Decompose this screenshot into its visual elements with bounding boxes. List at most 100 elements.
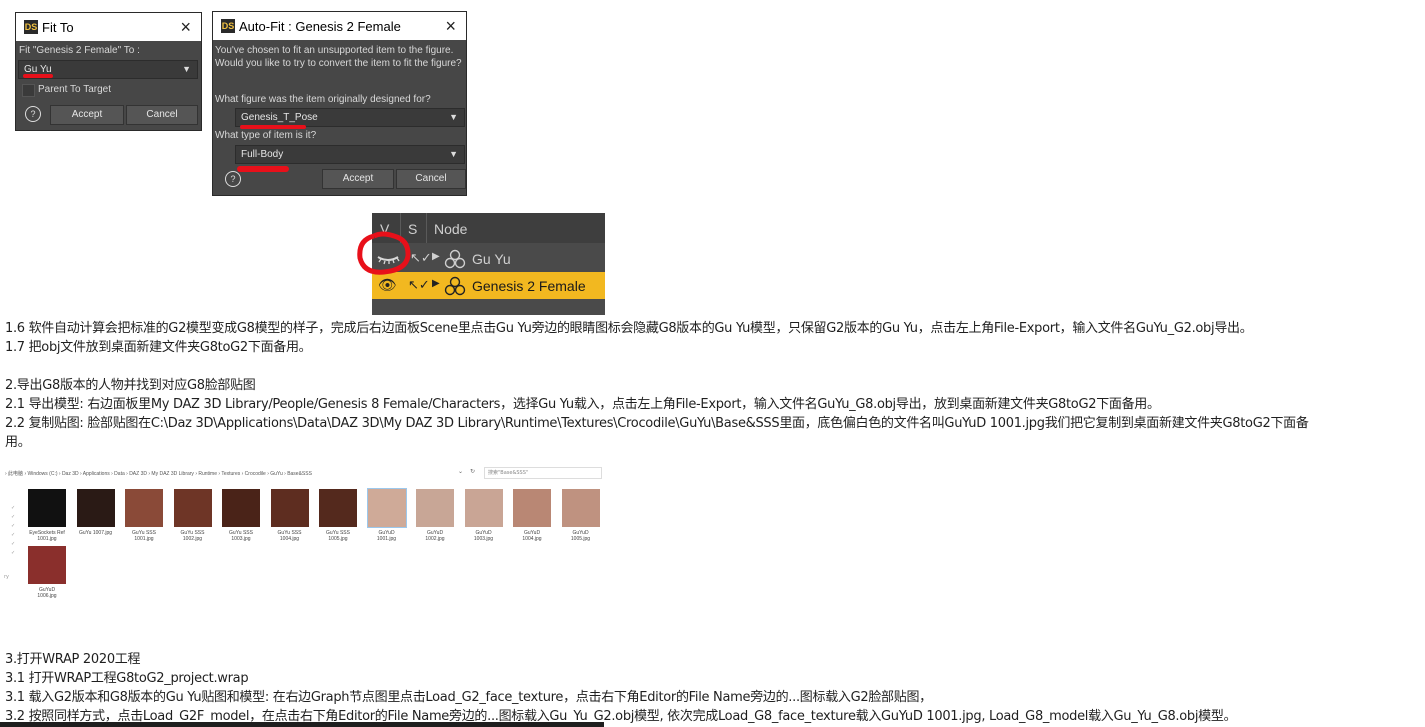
chevron-down-icon[interactable]: ⌄ [458, 468, 463, 475]
file-name-line: 1005.jpg [570, 536, 591, 542]
chevron-down-icon: ▼ [182, 64, 191, 74]
file-name-label: GuYu SSS 1001.jpg [121, 530, 167, 542]
search-placeholder: 搜索"Base&SSS" [488, 470, 529, 476]
text-line-1-6: 1.6 软件自动计算会把标准的G2模型变成G8模型的样子，完成后右边面板Scen… [5, 321, 1253, 336]
file-name-label: GuYu SSS 1002.jpg [170, 530, 216, 542]
divider [426, 213, 427, 243]
file-name-line: 1003.jpg [473, 536, 494, 542]
file-thumbnail[interactable] [76, 489, 115, 527]
dialog-title: Fit To [42, 20, 74, 35]
figure-node-icon [444, 276, 466, 296]
text-line-2: 2.导出G8版本的人物并找到对应G8脸部贴图 [5, 378, 256, 393]
cropped-image-edge [0, 722, 604, 727]
text-line-1-7: 1.7 把obj文件放到桌面新建文件夹G8toG2下面备用。 [5, 340, 312, 355]
file-name-label: GuYu SSS 1005.jpg [315, 530, 361, 542]
select-arrow-icon[interactable]: ↖✓ [408, 277, 430, 293]
help-icon[interactable]: ? [225, 171, 241, 187]
search-input[interactable]: 搜索"Base&SSS" [484, 467, 602, 479]
file-name-line: 1005.jpg [328, 536, 348, 542]
red-circle-mark [357, 231, 411, 275]
parent-to-target-label: Parent To Target [38, 84, 112, 95]
column-node: Node [434, 221, 468, 237]
expand-arrow-icon[interactable]: ▶ [432, 278, 440, 289]
file-name-line: 1006.jpg [37, 593, 57, 599]
parent-to-target-checkbox[interactable] [22, 84, 35, 97]
question-type: What type of item is it? [215, 130, 317, 141]
file-thumbnail[interactable] [366, 488, 407, 528]
text-line-2-1: 2.1 导出模型: 右边面板里My DAZ 3D Library/People/… [5, 397, 1160, 412]
file-thumbnail[interactable] [173, 489, 212, 527]
red-underline-mark [240, 125, 306, 129]
file-name-label: GuYuD 1002.jpg [412, 530, 458, 542]
file-thumbnail[interactable] [270, 489, 309, 527]
file-thumbnail[interactable] [28, 546, 66, 584]
chevron-down-icon: ▼ [449, 149, 458, 159]
text-line-2-2: 2.2 复制贴图: 脸部贴图在C:\Daz 3D\Applications\Da… [5, 416, 1309, 431]
file-thumbnail[interactable] [561, 489, 600, 527]
red-underline-mark [237, 166, 289, 172]
question-figure: What figure was the item originally desi… [215, 94, 431, 105]
figure-node-icon [444, 249, 466, 269]
expand-arrow-icon[interactable]: ▶ [432, 251, 440, 262]
cancel-button[interactable]: Cancel [396, 169, 466, 189]
chevron-down-icon: ▼ [449, 112, 458, 122]
nav-pins: ✓ ✓ ✓ ✓ ✓ ✓ [11, 505, 16, 556]
fit-to-dialog: DS Fit To × Fit "Genesis 2 Female" To : … [15, 12, 202, 131]
file-name-label: GuYuD 1004.jpg [509, 530, 555, 542]
file-explorer-screenshot: › 此电脑 › Windows (C:) › Daz 3D › Applicat… [0, 466, 602, 606]
file-name-line: 1002.jpg [425, 536, 445, 542]
file-name-label: EyeSockets Ref 1001.jpg [24, 530, 70, 542]
file-name-line: 1001.jpg [37, 536, 57, 542]
file-name-label: GuYuD 1001.jpg [364, 530, 410, 542]
node-label: Gu Yu [472, 251, 511, 267]
file-name-line: GuYu 1007.jpg [78, 530, 113, 536]
file-name-line: 1002.jpg [182, 536, 203, 542]
message-line-2: Would you like to try to convert the ite… [215, 58, 462, 69]
file-name-line: 1004.jpg [522, 536, 542, 542]
file-name-line: 1004.jpg [279, 536, 300, 542]
node-label: Genesis 2 Female [472, 278, 586, 294]
accept-button[interactable]: Accept [322, 169, 394, 189]
figure-value: Genesis_T_Pose [241, 112, 318, 123]
file-thumbnail[interactable] [416, 489, 454, 527]
close-icon[interactable]: × [180, 17, 191, 38]
item-type-select[interactable]: Full-Body ▼ [235, 145, 465, 164]
help-icon[interactable]: ? [25, 106, 41, 122]
red-underline-mark [23, 74, 53, 78]
autofit-dialog: DS Auto-Fit : Genesis 2 Female × You've … [212, 11, 467, 196]
file-thumbnail[interactable] [464, 489, 503, 527]
nav-pane-text: ry [4, 574, 10, 580]
file-name-label: GuYu 1007.jpg [73, 530, 119, 536]
fit-prompt: Fit "Genesis 2 Female" To : [19, 45, 140, 56]
file-thumbnail[interactable] [319, 489, 357, 527]
file-name-label: GuYu SSS 1003.jpg [218, 530, 264, 542]
file-name-label: GuYuD 1006.jpg [24, 587, 70, 599]
text-line-3-1a: 3.1 打开WRAP工程G8toG2_project.wrap [5, 671, 249, 686]
dialog-titlebar: DS Auto-Fit : Genesis 2 Female × [213, 12, 466, 40]
close-icon[interactable]: × [445, 16, 456, 37]
message-line-1: You've chosen to fit an unsupported item… [215, 45, 454, 56]
file-thumbnail[interactable] [513, 489, 551, 527]
eye-icon[interactable]: 👁 [378, 276, 397, 294]
file-thumbnail[interactable] [28, 489, 66, 527]
file-thumbnail[interactable] [222, 489, 260, 527]
file-name-line: 1001.jpg [376, 536, 397, 542]
daz-logo-icon: DS [24, 20, 38, 34]
accept-button[interactable]: Accept [50, 105, 124, 125]
file-thumbnail[interactable] [125, 489, 163, 527]
file-name-line: 1003.jpg [231, 536, 251, 542]
item-type-value: Full-Body [241, 149, 284, 160]
text-line-2-2-cont: 用。 [5, 435, 31, 450]
file-name-line: 1001.jpg [134, 536, 154, 542]
file-name-label: GuYuD 1005.jpg [558, 530, 604, 542]
breadcrumb[interactable]: › 此电脑 › Windows (C:) › Daz 3D › Applicat… [5, 470, 312, 477]
text-line-3: 3.打开WRAP 2020工程 [5, 652, 141, 667]
dialog-title: Auto-Fit : Genesis 2 Female [239, 19, 401, 34]
file-name-label: GuYu SSS 1004.jpg [267, 530, 313, 542]
cancel-button[interactable]: Cancel [126, 105, 198, 125]
daz-logo-icon: DS [221, 19, 235, 33]
dialog-titlebar: DS Fit To × [16, 13, 201, 41]
text-line-3-1b: 3.1 载入G2版本和G8版本的Gu Yu贴图和模型: 在右边Graph节点图里… [5, 690, 932, 705]
file-name-label: GuYuD 1003.jpg [461, 530, 507, 542]
refresh-icon[interactable]: ↻ [470, 468, 475, 475]
